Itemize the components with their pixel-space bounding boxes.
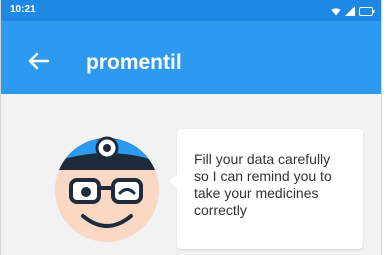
battery-icon	[359, 6, 375, 16]
status-bar: 10:21	[1, 0, 381, 21]
wifi-icon	[331, 7, 341, 15]
onboarding-message: Fill your data carefully so I can remind…	[194, 151, 332, 218]
app-title: promentil	[86, 51, 182, 74]
status-time: 10:21	[10, 4, 36, 15]
signal-icon	[345, 6, 355, 16]
onboarding-content: Fill your data carefully so I can remind…	[1, 94, 381, 255]
app-bar: promentil	[1, 21, 381, 94]
back-arrow-icon[interactable]	[27, 51, 53, 71]
speech-bubble-tail	[169, 173, 178, 189]
speech-bubble: Fill your data carefully so I can remind…	[169, 129, 363, 249]
phone-screen: 10:21 promentil Fill your data carefully…	[0, 0, 382, 255]
status-icons	[331, 5, 375, 17]
doctor-mascot-illustration	[55, 136, 159, 242]
